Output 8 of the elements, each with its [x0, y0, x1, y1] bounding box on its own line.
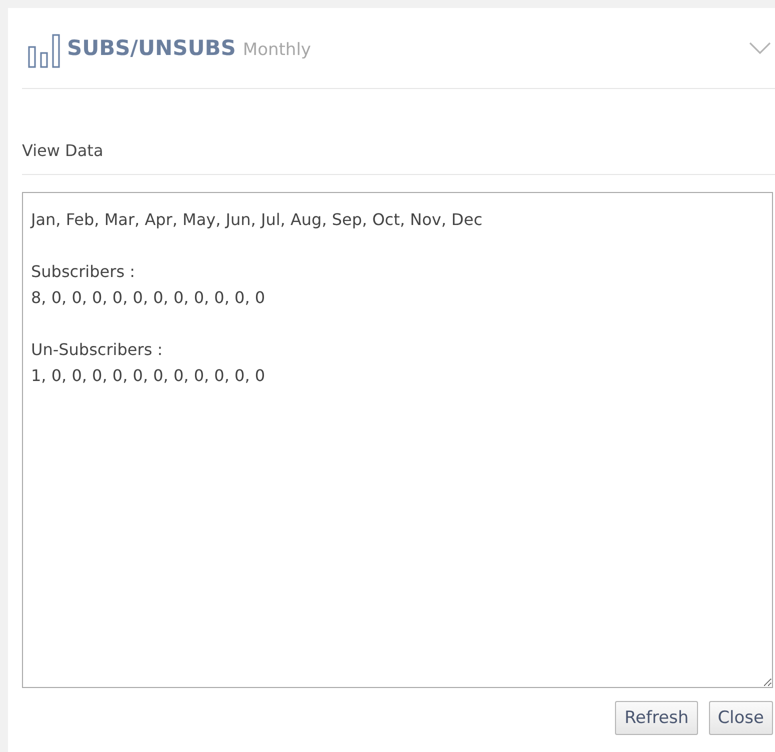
refresh-button[interactable]: Refresh [615, 701, 698, 735]
section-label: View Data [22, 89, 775, 175]
panel-title: SUBS/UNSUBS [67, 36, 236, 60]
close-button[interactable]: Close [708, 701, 773, 735]
bar-chart-icon [28, 34, 61, 68]
panel-subtitle: Monthly [242, 38, 311, 60]
data-text-area[interactable]: Jan, Feb, Mar, Apr, May, Jun, Jul, Aug, Sep, Oct, Nov, Dec Subscribers : 8, 0, 0, 0, 0, 0, 0, 0, 0, 0, 0, 0 Un-Subscribers : 1, 0, 0, 0, 0, 0, 0, 0, 0, 0, 0, 0 [22, 192, 773, 688]
chevron-down-icon[interactable] [749, 42, 771, 54]
